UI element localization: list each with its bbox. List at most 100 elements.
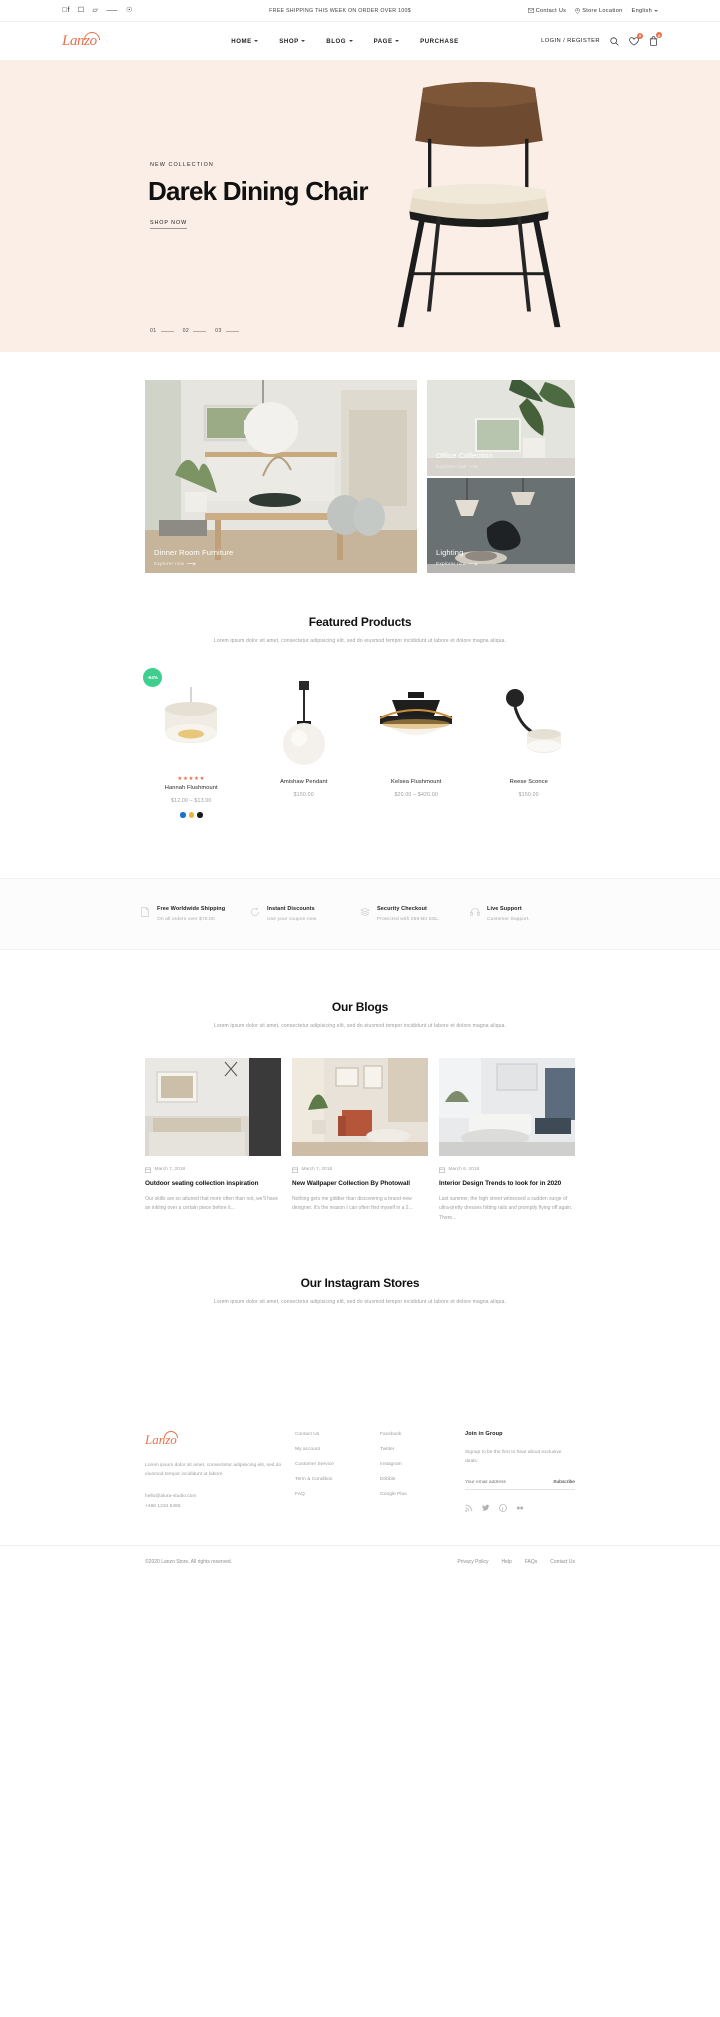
footer-link-term-condition[interactable]: Term & Condition (295, 1477, 380, 1482)
footer-legal-links: Privacy Policy Help FAQs Contact Us (457, 1559, 575, 1565)
language-selector[interactable]: English (632, 8, 658, 14)
hero-slide-1[interactable]: 01 (150, 328, 174, 334)
product-card[interactable]: Kelsea Flushmount $20.00 – $420.00 (360, 672, 473, 818)
category-card-office[interactable]: Office Collection Explorer now (427, 380, 575, 476)
footer-link-faq[interactable]: FAQ (295, 1492, 380, 1497)
featured-subtitle: Lorem ipsum dolor sit amet, consectetur … (213, 638, 507, 644)
footer-about: Lanzo Lorem ipsum dolor sit amet, consec… (145, 1430, 295, 1513)
amishaw-pendant-image (282, 681, 325, 765)
nav-label: BLOG (326, 37, 347, 45)
blog-title[interactable]: Interior Design Trends to look for in 20… (439, 1180, 575, 1187)
swatch-yellow[interactable] (188, 812, 194, 818)
footer-link-dribble[interactable]: Dribble (380, 1477, 465, 1482)
hero-pagination: 01 02 03 (150, 328, 239, 334)
footer-link-my-account[interactable]: My account (295, 1447, 380, 1452)
product-name[interactable]: Reese Sconce (473, 779, 586, 785)
legal-link-faqs[interactable]: FAQs (525, 1559, 538, 1565)
service-title: Free Worldwide Shipping (157, 905, 226, 912)
footer-logo[interactable]: Lanzo (145, 1430, 178, 1448)
service-subtitle: Use your coupon now. (267, 916, 318, 922)
wishlist-button[interactable]: 0 (629, 32, 643, 46)
rss-icon[interactable] (465, 1504, 473, 1512)
product-image-wrap (473, 672, 586, 776)
blog-grid: March 7, 2018 Outdoor seating collection… (145, 1057, 575, 1224)
calendar-icon (145, 1167, 151, 1173)
blog-card[interactable]: March 6, 2018 Interior Design Trends to … (439, 1057, 575, 1224)
nav-item-page[interactable]: PAGE (374, 38, 400, 45)
category-card-lighting[interactable]: Lighting Explorer now (427, 478, 575, 573)
category-banners: Dinner Room Furniture Explorer now Offic… (0, 352, 720, 573)
pinterest-icon[interactable]: ☉ (126, 7, 133, 14)
category-cta[interactable]: Explorer now (154, 561, 197, 566)
footer-link-facebook[interactable]: Facebook (380, 1432, 465, 1437)
blog-meta: March 7, 2018 (145, 1167, 281, 1173)
search-button[interactable] (610, 36, 619, 46)
services-bar: Free Worldwide Shipping On all orders ov… (0, 877, 720, 950)
legal-link-help[interactable]: Help (501, 1559, 511, 1565)
behance-icon[interactable]: ▱ (92, 7, 98, 14)
product-card[interactable]: Reese Sconce $150.00 (473, 672, 586, 818)
pinterest-icon[interactable] (499, 1503, 507, 1512)
arrow-right-icon (469, 464, 479, 469)
blog-title[interactable]: Outdoor seating collection inspiration (145, 1180, 281, 1187)
product-price: $150.00 (518, 792, 539, 798)
subscribe-button[interactable]: Subscribe (553, 1480, 575, 1485)
swatch-black[interactable] (197, 812, 203, 818)
category-cta[interactable]: Explorer now (436, 464, 479, 469)
product-card[interactable]: Amishaw Pendant $150.00 (248, 672, 361, 818)
footer-phone[interactable]: +486 1234 5465 (145, 1502, 295, 1512)
nav-item-purchase[interactable]: PURCHASE (420, 38, 459, 45)
facebook-icon[interactable]: f (62, 7, 70, 14)
footer-link-instagram[interactable]: Instagram (380, 1462, 465, 1467)
twitter-icon[interactable]: ⸺ (106, 7, 118, 14)
blog-card[interactable]: March 7, 2018 Outdoor seating collection… (145, 1057, 281, 1224)
swatch-blue[interactable] (180, 812, 186, 818)
service-title: Instant Discounts (267, 905, 315, 912)
hero-slide-3[interactable]: 03 (215, 328, 239, 334)
product-name[interactable]: Kelsea Flushmount (360, 779, 473, 785)
blog-card[interactable]: March 7, 2018 New Wallpaper Collection B… (292, 1057, 428, 1224)
shop-now-button[interactable]: SHOP NOW (150, 220, 188, 229)
blog-excerpt: Nothing gets me giddier than discovering… (292, 1195, 413, 1212)
footer-link-contact-us[interactable]: Contact Us (295, 1432, 380, 1437)
product-name[interactable]: Amishaw Pendant (248, 779, 361, 785)
footer-link-twitter[interactable]: Twitter (380, 1447, 465, 1452)
product-card[interactable]: -64% ★★★★★ Hannah Flushmount $12.00 – $1… (135, 668, 248, 818)
headset-icon (470, 907, 480, 916)
store-location-link[interactable]: Store Location (575, 8, 622, 14)
page-root: f ☐ ▱ ⸺ ☉ FREE SHIPPING THIS WEEK ON OR… (0, 0, 720, 1579)
footer-link-customer-service[interactable]: Customer Service (295, 1462, 380, 1467)
flickr-icon[interactable] (516, 1504, 524, 1512)
search-icon (610, 36, 619, 46)
chevron-down-icon (348, 40, 353, 42)
blog-date: March 6, 2018 (448, 1167, 480, 1172)
chevron-down-icon (301, 40, 306, 42)
logo-swoosh-icon (84, 31, 100, 40)
login-register-link[interactable]: LOGIN / REGISTER (541, 38, 600, 44)
contact-us-link[interactable]: Contact Us (527, 8, 567, 14)
logo[interactable]: Lanzo (62, 31, 182, 50)
category-cta[interactable]: Explorer now (436, 561, 479, 566)
hero-slide-2[interactable]: 02 (183, 328, 207, 334)
newsletter-email-input[interactable] (465, 1479, 554, 1485)
cart-button[interactable]: 0 (649, 32, 662, 46)
legal-link-contact-us[interactable]: Contact Us (550, 1559, 575, 1565)
twitter-icon[interactable] (482, 1504, 490, 1512)
nav-item-shop[interactable]: SHOP (279, 37, 306, 45)
nav-item-blog[interactable]: BLOG (326, 37, 353, 45)
category-cta-label: Explorer now (154, 561, 185, 566)
slide-number: 03 (215, 328, 222, 334)
blogs-subtitle: Lorem ipsum dolor sit amet, consectetur … (213, 1022, 507, 1029)
nav-label: SHOP (279, 37, 299, 45)
blog-title[interactable]: New Wallpaper Collection By Photowall (292, 1180, 428, 1187)
legal-link-privacy-policy[interactable]: Privacy Policy (457, 1559, 488, 1565)
footer-link-google-plus[interactable]: Google Plus (380, 1492, 465, 1497)
blogs-title: Our Blogs (331, 999, 389, 1014)
product-name[interactable]: Hannah Flushmount (135, 785, 248, 791)
instagram-icon[interactable]: ☐ (78, 7, 85, 14)
nav-item-home[interactable]: HOME (231, 38, 259, 45)
refresh-icon (251, 906, 259, 916)
footer-column-social: Facebook Twitter Instagram Dribble Googl… (380, 1431, 465, 1513)
category-card-dinner-room[interactable]: Dinner Room Furniture Explorer now (145, 380, 417, 573)
footer-email[interactable]: hello@alura-studio.com (145, 1492, 295, 1502)
